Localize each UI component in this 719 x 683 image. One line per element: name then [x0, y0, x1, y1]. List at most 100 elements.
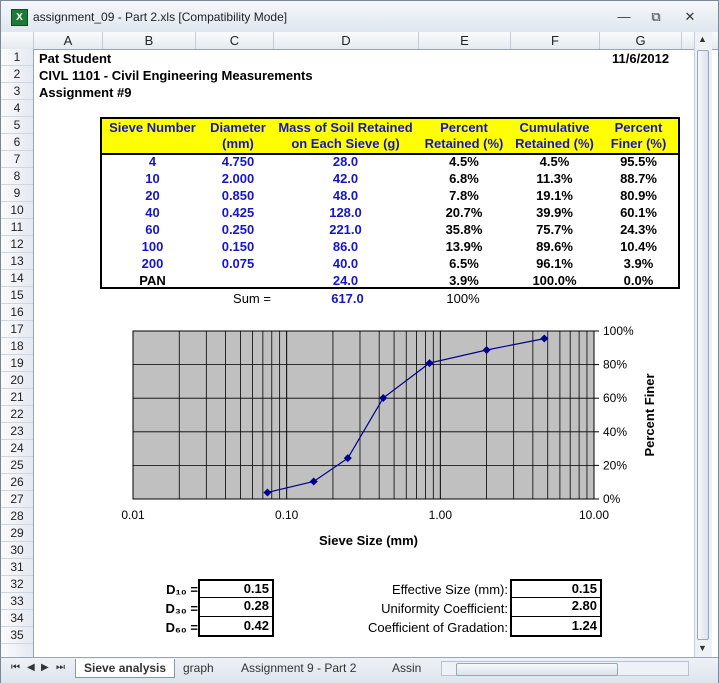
table-cell[interactable]: 10.4% [599, 239, 678, 254]
student-name[interactable]: Pat Student [39, 51, 111, 66]
column-header-c[interactable]: C [196, 32, 274, 49]
row-header-14[interactable]: 14 [1, 270, 33, 287]
row-header-34[interactable]: 34 [1, 610, 33, 627]
table-cell[interactable]: 0.0% [599, 273, 678, 288]
table-cell[interactable]: 40 [102, 205, 203, 220]
table-cell[interactable]: 100 [102, 239, 203, 254]
table-cell[interactable]: 42.0 [273, 171, 418, 186]
table-cell[interactable]: 96.1% [510, 256, 599, 271]
table-cell[interactable]: 60.1% [599, 205, 678, 220]
uniformity-coefficient-value[interactable]: 2.80 [510, 598, 602, 617]
header-percent-retained[interactable]: Percent Retained (%) [418, 120, 510, 152]
table-cell[interactable]: 24.3% [599, 222, 678, 237]
row-header-28[interactable]: 28 [1, 508, 33, 525]
tab-graph[interactable]: graph [175, 659, 222, 677]
row-header-35[interactable]: 35 [1, 627, 33, 644]
header-mass-retained[interactable]: Mass of Soil Retained on Each Sieve (g) [273, 120, 418, 152]
table-cell[interactable]: 35.8% [418, 222, 510, 237]
table-cell[interactable]: 6.5% [418, 256, 510, 271]
table-cell[interactable]: PAN [102, 273, 203, 288]
table-cell[interactable]: 13.9% [418, 239, 510, 254]
row-header-24[interactable]: 24 [1, 440, 33, 457]
column-header-b[interactable]: B [103, 32, 196, 49]
scroll-down-arrow[interactable]: ▼ [698, 643, 707, 653]
header-diameter[interactable]: Diameter (mm) [203, 120, 273, 152]
date-cell[interactable]: 11/6/2012 [612, 51, 669, 66]
table-cell[interactable]: 4.5% [510, 154, 599, 169]
table-cell[interactable]: 39.9% [510, 205, 599, 220]
row-header-13[interactable]: 13 [1, 253, 33, 270]
row-header-15[interactable]: 15 [1, 287, 33, 304]
tab-sieve-analysis[interactable]: Sieve analysis [75, 659, 176, 678]
table-cell[interactable]: 20 [102, 188, 203, 203]
coefficient-of-gradation-value[interactable]: 1.24 [510, 617, 602, 637]
table-cell[interactable]: 80.9% [599, 188, 678, 203]
table-cell[interactable]: 100.0% [510, 273, 599, 288]
row-header-10[interactable]: 10 [1, 202, 33, 219]
column-header-d[interactable]: D [274, 32, 419, 49]
table-cell[interactable]: 75.7% [510, 222, 599, 237]
row-header-16[interactable]: 16 [1, 304, 33, 321]
table-cell[interactable]: 0.250 [203, 222, 273, 237]
table-cell[interactable]: 88.7% [599, 171, 678, 186]
scroll-up-arrow[interactable]: ▲ [698, 34, 707, 44]
table-cell[interactable]: 60 [102, 222, 203, 237]
row-header-17[interactable]: 17 [1, 321, 33, 338]
table-cell[interactable]: 4 [102, 154, 203, 169]
tab-assin[interactable]: Assin [384, 659, 428, 677]
table-cell[interactable]: 19.1% [510, 188, 599, 203]
effective-size-value[interactable]: 0.15 [510, 579, 602, 598]
row-header-30[interactable]: 30 [1, 542, 33, 559]
table-cell[interactable]: 4.5% [418, 154, 510, 169]
sum-percent[interactable]: 100% [417, 291, 509, 306]
table-cell[interactable]: 221.0 [273, 222, 418, 237]
row-header-12[interactable]: 12 [1, 236, 33, 253]
table-cell[interactable]: 0.075 [203, 256, 273, 271]
close-button[interactable]: ✕ [677, 8, 703, 26]
table-cell[interactable]: 10 [102, 171, 203, 186]
table-cell[interactable]: 4.750 [203, 154, 273, 169]
course-title[interactable]: CIVL 1101 - Civil Engineering Measuremen… [39, 68, 313, 83]
header-sieve-number[interactable]: Sieve Number [102, 120, 203, 136]
table-cell[interactable]: 28.0 [273, 154, 418, 169]
vertical-scrollbar[interactable]: ▲ ▼ [694, 32, 712, 657]
row-header-23[interactable]: 23 [1, 423, 33, 440]
column-header-f[interactable]: F [511, 32, 600, 49]
gradation-chart[interactable]: 0% 20% 40% 60% 80% 100% 0.01 0.10 1.00 10.00 Sieve… [34, 319, 694, 579]
table-cell[interactable]: 20.7% [418, 205, 510, 220]
row-header-27[interactable]: 27 [1, 491, 33, 508]
d10-value[interactable]: 0.15 [198, 579, 274, 598]
sum-mass[interactable]: 617.0 [275, 291, 420, 306]
header-percent-finer[interactable]: Percent Finer (%) [599, 120, 678, 152]
row-header-11[interactable]: 11 [1, 219, 33, 236]
table-cell[interactable]: 86.0 [273, 239, 418, 254]
scroll-thumb[interactable] [697, 50, 709, 640]
next-sheet-icon[interactable]: ▶ [41, 662, 49, 673]
table-cell[interactable]: 200 [102, 256, 203, 271]
table-cell[interactable]: 48.0 [273, 188, 418, 203]
row-header-8[interactable]: 8 [1, 168, 33, 185]
table-cell[interactable]: 128.0 [273, 205, 418, 220]
row-header-33[interactable]: 33 [1, 593, 33, 610]
restore-button[interactable]: ⧉ [643, 8, 669, 26]
horizontal-scrollbar[interactable] [441, 661, 689, 676]
prev-sheet-icon[interactable]: ◀ [27, 662, 35, 673]
row-header-3[interactable]: 3 [1, 83, 33, 100]
row-header-31[interactable]: 31 [1, 559, 33, 576]
select-all-corner[interactable] [1, 32, 34, 49]
column-header-a[interactable]: A [34, 32, 103, 49]
row-header-6[interactable]: 6 [1, 134, 33, 151]
table-cell[interactable]: 2.000 [203, 171, 273, 186]
h-scroll-thumb[interactable] [456, 663, 618, 676]
table-cell[interactable]: 6.8% [418, 171, 510, 186]
row-header-4[interactable]: 4 [1, 100, 33, 117]
row-header-1[interactable]: 1 [1, 49, 33, 66]
row-header-25[interactable]: 25 [1, 457, 33, 474]
first-sheet-icon[interactable]: ⏮ [11, 662, 20, 673]
row-header-5[interactable]: 5 [1, 117, 33, 134]
row-header-18[interactable]: 18 [1, 338, 33, 355]
header-cumulative-retained[interactable]: Cumulative Retained (%) [510, 120, 599, 152]
table-cell[interactable]: 7.8% [418, 188, 510, 203]
table-cell[interactable]: 3.9% [599, 256, 678, 271]
excel-icon[interactable]: X [11, 9, 28, 26]
